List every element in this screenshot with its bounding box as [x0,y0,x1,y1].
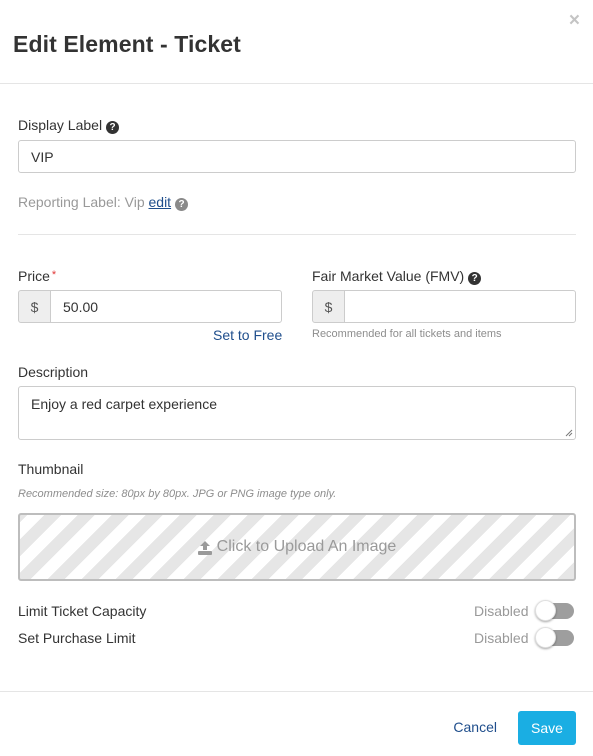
question-circle-icon[interactable]: ? [468,272,482,285]
limit-capacity-state: Disabled [474,603,529,619]
price-heading: Price * [18,268,56,284]
display-label-text: Display Label [18,117,103,133]
set-to-free-link[interactable]: Set to Free [213,327,282,343]
question-circle-icon[interactable]: ? [175,198,189,211]
save-button[interactable]: Save [518,711,576,745]
modal-header: Edit Element - Ticket × [0,0,593,84]
toggle-knob [535,600,556,621]
price-input[interactable]: 50.00 [50,290,282,323]
toggle-knob [535,627,556,648]
fmv-currency-addon: $ [312,290,345,323]
price-value: 50.00 [63,298,99,315]
question-circle-icon[interactable]: ? [106,121,120,134]
fmv-heading: Fair Market Value (FMV)? [312,268,482,285]
thumbnail-help-text: Recommended size: 80px by 80px. JPG or P… [18,488,337,500]
reporting-label: Reporting Label: Vip edit? [18,194,189,211]
upload-text: Click to Upload An Image [216,538,397,555]
section-divider [18,234,576,235]
purchase-limit-toggle[interactable] [535,627,574,648]
purchase-limit-label: Set Purchase Limit [18,630,136,646]
resize-handle-icon[interactable] [565,429,573,437]
fmv-label: Fair Market Value (FMV) [312,268,465,284]
purchase-limit-state: Disabled [474,630,529,646]
fmv-help-text: Recommended for all tickets and items [312,328,502,340]
modal-footer [0,691,593,756]
thumbnail-label: Thumbnail [18,461,84,477]
price-label: Price [18,268,50,284]
image-upload-dropzone[interactable]: Click to Upload An Image [18,513,576,581]
upload-icon [197,540,212,555]
fmv-input[interactable] [344,290,576,323]
description-label: Description [18,364,89,380]
display-label-heading: Display Label? [18,117,120,134]
price-currency-addon: $ [18,290,51,323]
cancel-button[interactable]: Cancel [453,719,497,735]
limit-capacity-toggle[interactable] [535,600,574,621]
required-mark: * [51,269,57,281]
close-icon[interactable]: × [569,10,580,32]
edit-ticket-modal: Edit Element - Ticket × Display Label? V… [0,0,593,756]
display-label-input[interactable]: VIP [18,140,576,173]
description-value: Enjoy a red carpet experience [31,396,217,412]
modal-title: Edit Element - Ticket [13,31,241,57]
reporting-edit-link[interactable]: edit [149,194,172,210]
reporting-label-text: Reporting Label: Vip [18,194,145,210]
display-label-value: VIP [31,148,54,165]
limit-capacity-label: Limit Ticket Capacity [18,603,147,619]
description-textarea[interactable]: Enjoy a red carpet experience [18,386,576,440]
